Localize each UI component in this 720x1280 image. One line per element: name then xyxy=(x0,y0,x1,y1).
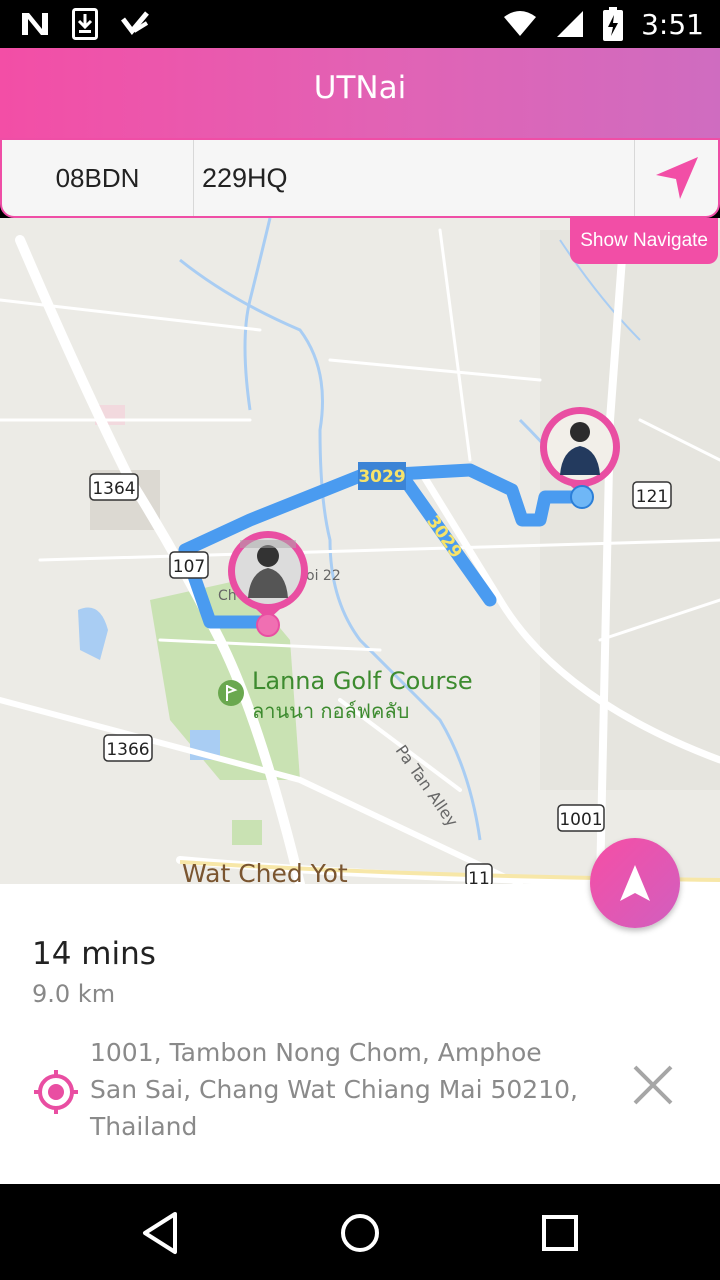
road-label-121: 121 xyxy=(636,487,668,507)
send-arrow-icon xyxy=(655,157,698,199)
road-shield-1366: 1366 xyxy=(103,734,153,762)
road-shield-11: 11 xyxy=(465,863,493,884)
destination-field[interactable]: 229HQ xyxy=(202,140,632,216)
road-shield-1364: 1364 xyxy=(89,473,139,501)
home-icon[interactable] xyxy=(335,1208,385,1258)
system-nav-bar xyxy=(0,1184,720,1280)
destination-address: 1001, Tambon Nong Chom, Amphoe San Sai, … xyxy=(90,1038,578,1141)
navigation-arrow-icon xyxy=(620,865,650,901)
start-navigation-button[interactable] xyxy=(590,838,680,928)
status-right-icons: 3:51 xyxy=(503,0,704,48)
wifi-icon xyxy=(504,11,537,36)
app-title: UTNai xyxy=(313,70,407,106)
origin-field[interactable]: 08BDN xyxy=(2,140,194,216)
route-shield-3029: 3029 xyxy=(358,462,406,490)
status-left-icons xyxy=(20,8,150,40)
app-bar: UTNai xyxy=(0,48,720,140)
target-location-icon xyxy=(34,1070,78,1114)
trip-duration: 14 mins xyxy=(32,936,156,972)
road-label-1001: 1001 xyxy=(559,810,602,830)
check-badge-icon xyxy=(121,11,149,36)
road-label-1364: 1364 xyxy=(92,479,135,499)
road-label-107: 107 xyxy=(173,557,205,577)
battery-icon xyxy=(603,7,624,41)
road-label-1366: 1366 xyxy=(106,740,149,760)
recents-icon[interactable] xyxy=(535,1208,585,1258)
clock: 3:51 xyxy=(641,7,704,41)
signal-icon xyxy=(557,11,584,37)
back-icon[interactable] xyxy=(135,1208,185,1258)
go-button[interactable] xyxy=(634,140,718,216)
soi-label-right: oi 22 xyxy=(306,568,341,584)
trip-distance: 9.0 km xyxy=(32,980,116,1008)
map-canvas: 1364 107 121 1366 1001 11 3029 3029 Ch o… xyxy=(0,218,720,884)
close-icon[interactable] xyxy=(628,1060,678,1110)
n-logo-icon xyxy=(22,13,48,35)
show-navigate-button[interactable]: Show Navigate xyxy=(570,218,718,264)
route-input-bar: 08BDN 229HQ xyxy=(0,138,720,218)
map-view[interactable]: 1364 107 121 1366 1001 11 3029 3029 Ch o… xyxy=(0,218,720,884)
status-bar: 3:51 xyxy=(0,0,720,48)
download-icon xyxy=(72,8,98,40)
road-label-3029: 3029 xyxy=(358,467,405,487)
golf-course-label: Lanna Golf Course xyxy=(252,667,473,695)
road-shield-121: 121 xyxy=(632,481,672,509)
road-label-11: 11 xyxy=(468,869,490,884)
road-shield-107: 107 xyxy=(169,551,209,579)
golf-course-label-thai: ลานนา กอล์ฟคลับ xyxy=(252,699,409,723)
trip-info-panel: 14 mins 9.0 km 1001, Tambon Nong Chom, A… xyxy=(0,884,720,1184)
golf-marker xyxy=(218,680,244,706)
temple-label: Wat Ched Yot xyxy=(182,859,348,884)
road-shield-1001: 1001 xyxy=(557,804,605,832)
